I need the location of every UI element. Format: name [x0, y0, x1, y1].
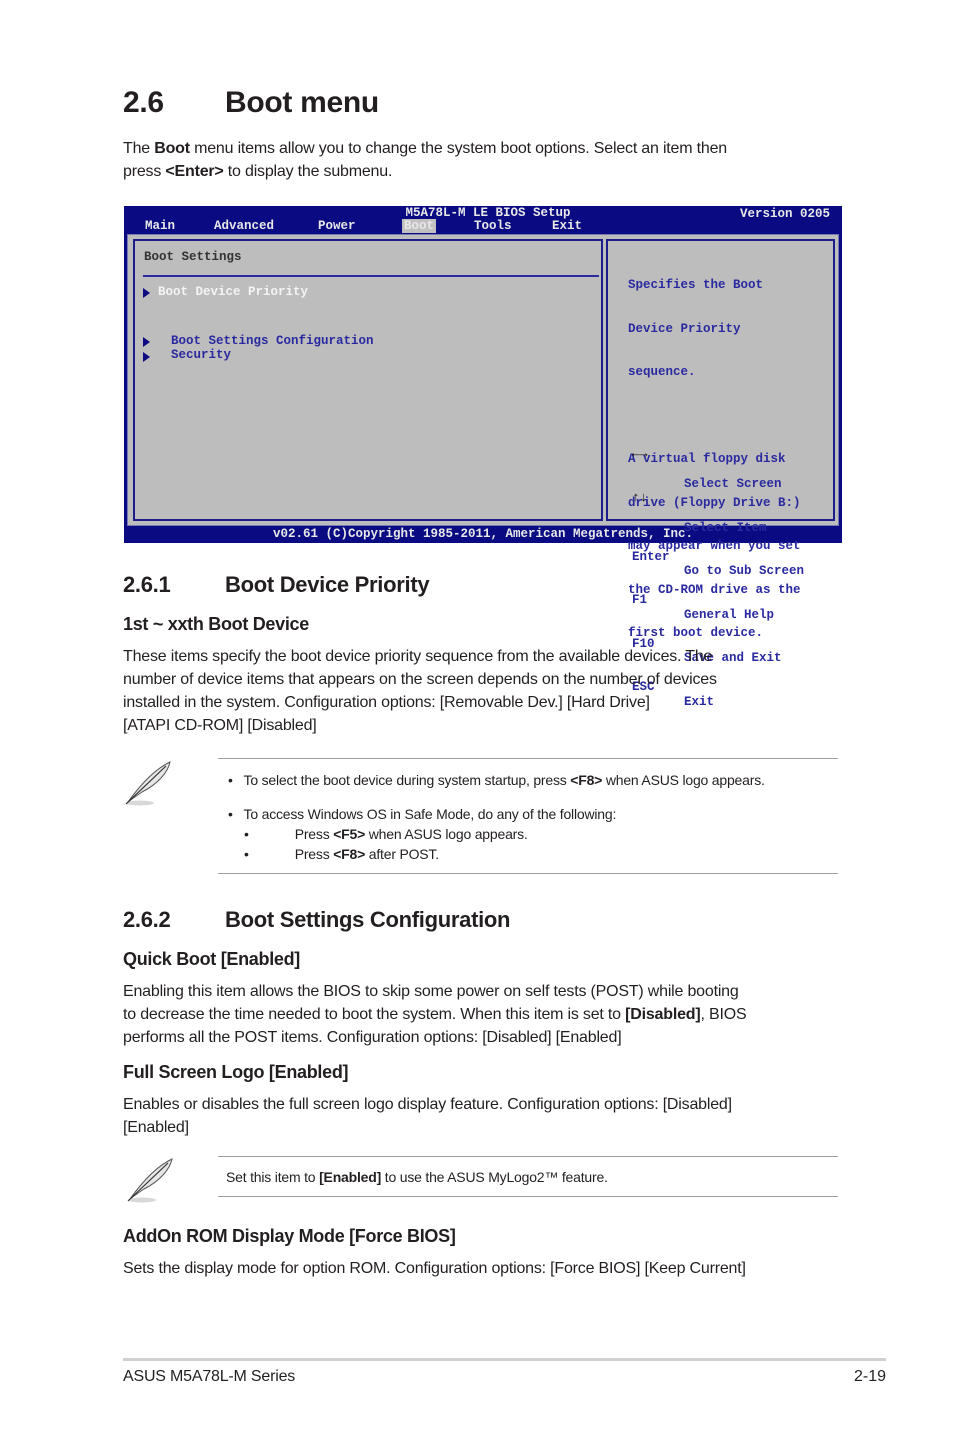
paragraph-text: to decrease the time needed to boot the … [123, 1006, 626, 1023]
note-bold: [Enabled] [319, 1169, 382, 1185]
bios-menu-boot[interactable]: Boot [402, 219, 437, 233]
note-text: Press [294, 826, 334, 842]
intro-bold: <Enter> [165, 163, 224, 180]
paragraph-bold: [Disabled] [625, 1006, 701, 1023]
note-text: To access Windows OS in Safe Mode, do an… [243, 806, 617, 822]
submenu-arrow-icon [143, 288, 150, 298]
bios-menu-bar: Main Advanced Power Boot Tools Exit [124, 219, 842, 234]
help-line: sequence. [628, 365, 696, 379]
paragraph-line: Enables or disables the full screen logo… [123, 1096, 732, 1113]
note-text: Set this item to [226, 1169, 320, 1185]
bios-menu-power[interactable]: Power [318, 219, 356, 233]
bios-screen: M5A78L-M LE BIOS Setup Version 0205 Main… [124, 206, 842, 709]
note-text: after POST. [365, 846, 439, 862]
section-number: 2.6 [123, 86, 164, 119]
paragraph-line: [ATAPI CD-ROM] [Disabled] [123, 717, 317, 734]
intro-bold: Boot [154, 140, 190, 157]
bios-help-panel: Specifies the Boot Device Priority seque… [606, 239, 835, 709]
footer-product: ASUS M5A78L-M Series [123, 1368, 296, 1385]
note-text-mylogo: Set this item to [Enabled] to use the AS… [226, 1169, 608, 1185]
section-heading-2-6-1: 2.6.1 Boot Device Priority [123, 572, 430, 598]
submenu-arrow-icon [143, 352, 150, 362]
subheading-addon-rom: AddOn ROM Display Mode [Force BIOS] [123, 1226, 456, 1246]
note-text: to use the ASUS MyLogo2™ feature. [381, 1169, 608, 1185]
key-row: ↑↓ Select Item [632, 489, 767, 535]
paragraph-line: installed in the system. Configuration o… [123, 694, 650, 711]
quick-boot-paragraph: Enabling this item allows the BIOS to sk… [123, 980, 747, 1049]
note-sub-bullet: • Press <F5> when ASUS logo appears. [244, 826, 528, 842]
note-bold: <F8> [570, 772, 603, 788]
key-name: F1 [632, 593, 648, 607]
page-title: 2.6 Boot menu [123, 86, 379, 120]
note-bold: <F8> [333, 846, 366, 862]
note-bottom-rule [218, 873, 838, 874]
footer-rule [123, 1358, 886, 1361]
key-row: F1 General Help [632, 579, 774, 622]
bios-item-security[interactable]: Security [171, 348, 231, 363]
up-down-arrows-icon: ↑↓ [632, 489, 648, 505]
bios-copyright: v02.61 (C)Copyright 1985-2011, American … [272, 527, 694, 541]
bios-menu-advanced[interactable]: Advanced [214, 219, 274, 233]
intro-paragraph: The Boot menu items allow you to change … [123, 137, 727, 183]
left-right-arrows-icon: ←→ [632, 446, 648, 461]
note-feather-icon [127, 1158, 173, 1203]
section-title: Boot Settings Configuration [225, 907, 511, 932]
bios-menu-exit[interactable]: Exit [552, 219, 582, 233]
note-bold: <F5> [333, 826, 366, 842]
help-line: Specifies the Boot [628, 278, 764, 292]
paragraph-line: These items specify the boot device prio… [123, 648, 713, 665]
key-desc: Go to Sub Screen [684, 564, 805, 578]
subheading-full-screen-logo: Full Screen Logo [Enabled] [123, 1062, 349, 1082]
subheading-boot-device: 1st ~ xxth Boot Device [123, 614, 309, 634]
bios-divider [143, 275, 599, 277]
bios-item-boot-device-priority[interactable]: Boot Device Priority [158, 285, 308, 300]
note-text: when ASUS logo appears. [365, 826, 528, 842]
bios-panel-heading: Boot Settings [144, 250, 242, 264]
paragraph-line: [Enabled] [123, 1119, 189, 1136]
note-feather-icon [125, 761, 171, 806]
note-text: Press [294, 846, 334, 862]
key-name: Enter [632, 549, 670, 564]
bios-menu-tools[interactable]: Tools [474, 219, 512, 233]
intro-text: The [123, 140, 155, 157]
paragraph-line: Enabling this item allows the BIOS to sk… [123, 983, 739, 1000]
footer-page-number: 2-19 [853, 1368, 886, 1385]
key-row: F10 Save and Exit [632, 622, 782, 666]
section-title: Boot Device Priority [225, 572, 430, 597]
section-title: Boot menu [225, 86, 379, 119]
bios-item-boot-settings-configuration[interactable]: Boot Settings Configuration [171, 334, 374, 349]
note-top-rule [218, 758, 838, 759]
note-bottom-rule [218, 1196, 838, 1197]
section-number: 2.6.2 [123, 907, 171, 932]
subheading-quick-boot: Quick Boot [Enabled] [123, 949, 301, 969]
boot-device-paragraph: These items specify the boot device prio… [123, 645, 717, 737]
paragraph-text: , BIOS [700, 1006, 747, 1023]
key-desc: Select Screen [684, 477, 782, 491]
section-number: 2.6.1 [123, 572, 171, 597]
bios-settings-panel: Boot Settings Boot Device Priority Boot … [133, 239, 603, 521]
intro-text: to display the submenu. [223, 163, 393, 180]
note-sub-bullet: • Press <F8> after POST. [244, 846, 439, 862]
note-text: To select the boot device during system … [243, 772, 571, 788]
intro-text: press [123, 163, 166, 180]
addon-rom-paragraph: Sets the display mode for option ROM. Co… [123, 1257, 746, 1280]
paragraph-line: Sets the display mode for option ROM. Co… [123, 1260, 746, 1277]
paragraph-line: number of device items that appears on t… [123, 671, 717, 688]
key-row: ←→ Select Screen [632, 446, 782, 491]
intro-text: menu items allow you to change the syste… [189, 140, 727, 157]
submenu-arrow-icon [143, 337, 150, 347]
key-desc: General Help [684, 607, 775, 622]
bios-frame: Boot Settings Boot Device Priority Boot … [127, 234, 839, 709]
note-top-rule [218, 1156, 838, 1157]
note-bullet: • To select the boot device during syste… [228, 772, 765, 788]
bios-menu-main[interactable]: Main [145, 219, 175, 233]
paragraph-line: performs all the POST items. Configurati… [123, 1029, 622, 1046]
bios-title: M5A78L-M LE BIOS Setup [405, 206, 571, 220]
note-bullet: • To access Windows OS in Safe Mode, do … [228, 806, 617, 822]
section-heading-2-6-2: 2.6.2 Boot Settings Configuration [123, 907, 511, 933]
note-text: when ASUS logo appears. [602, 772, 765, 788]
help-line: Device Priority [628, 321, 741, 336]
full-screen-logo-paragraph: Enables or disables the full screen logo… [123, 1093, 732, 1139]
